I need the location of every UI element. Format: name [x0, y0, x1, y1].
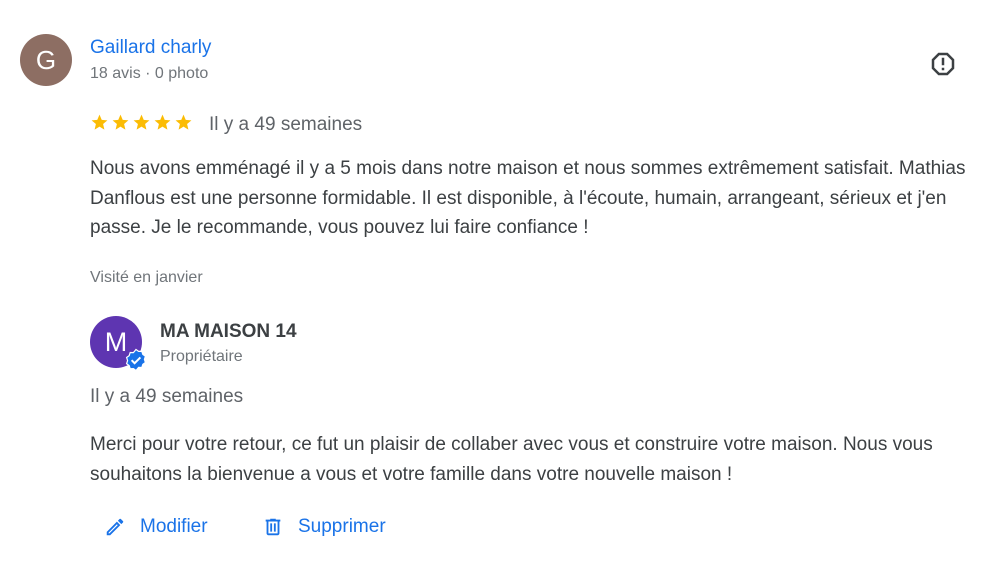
reviewer-name-link[interactable]: Gaillard charly	[90, 37, 211, 59]
star-icon	[175, 114, 192, 130]
verified-badge-icon	[125, 348, 147, 372]
visited-date: Visité en janvier	[90, 269, 203, 286]
reviewer-meta: 18 avis · 0 photo	[90, 65, 209, 82]
review-text: Nous avons emménagé il y a 5 mois dans n…	[90, 158, 966, 238]
owner-name: MA MAISON 14	[160, 321, 297, 342]
review-time: Il y a 49 semaines	[209, 114, 363, 135]
star-icon	[133, 114, 150, 130]
review-card: G Gaillard charly 18 avis · 0 photo Il y…	[0, 0, 1000, 564]
report-icon[interactable]	[928, 49, 958, 79]
edit-label: Modifier	[140, 516, 208, 537]
edit-reply-button[interactable]: Modifier	[104, 510, 208, 544]
delete-label: Supprimer	[298, 516, 386, 537]
reply-time: Il y a 49 semaines	[90, 386, 244, 407]
star-icon	[154, 114, 171, 130]
star-icon	[91, 114, 108, 130]
reviewer-avatar[interactable]: G	[20, 34, 72, 86]
star-icon	[112, 114, 129, 130]
delete-reply-button[interactable]: Supprimer	[262, 510, 386, 544]
star-rating	[90, 113, 193, 132]
trash-icon	[265, 518, 281, 536]
pencil-icon	[106, 518, 124, 536]
reply-text: Merci pour votre retour, ce fut un plais…	[90, 434, 933, 485]
owner-role: Propriétaire	[160, 348, 243, 365]
